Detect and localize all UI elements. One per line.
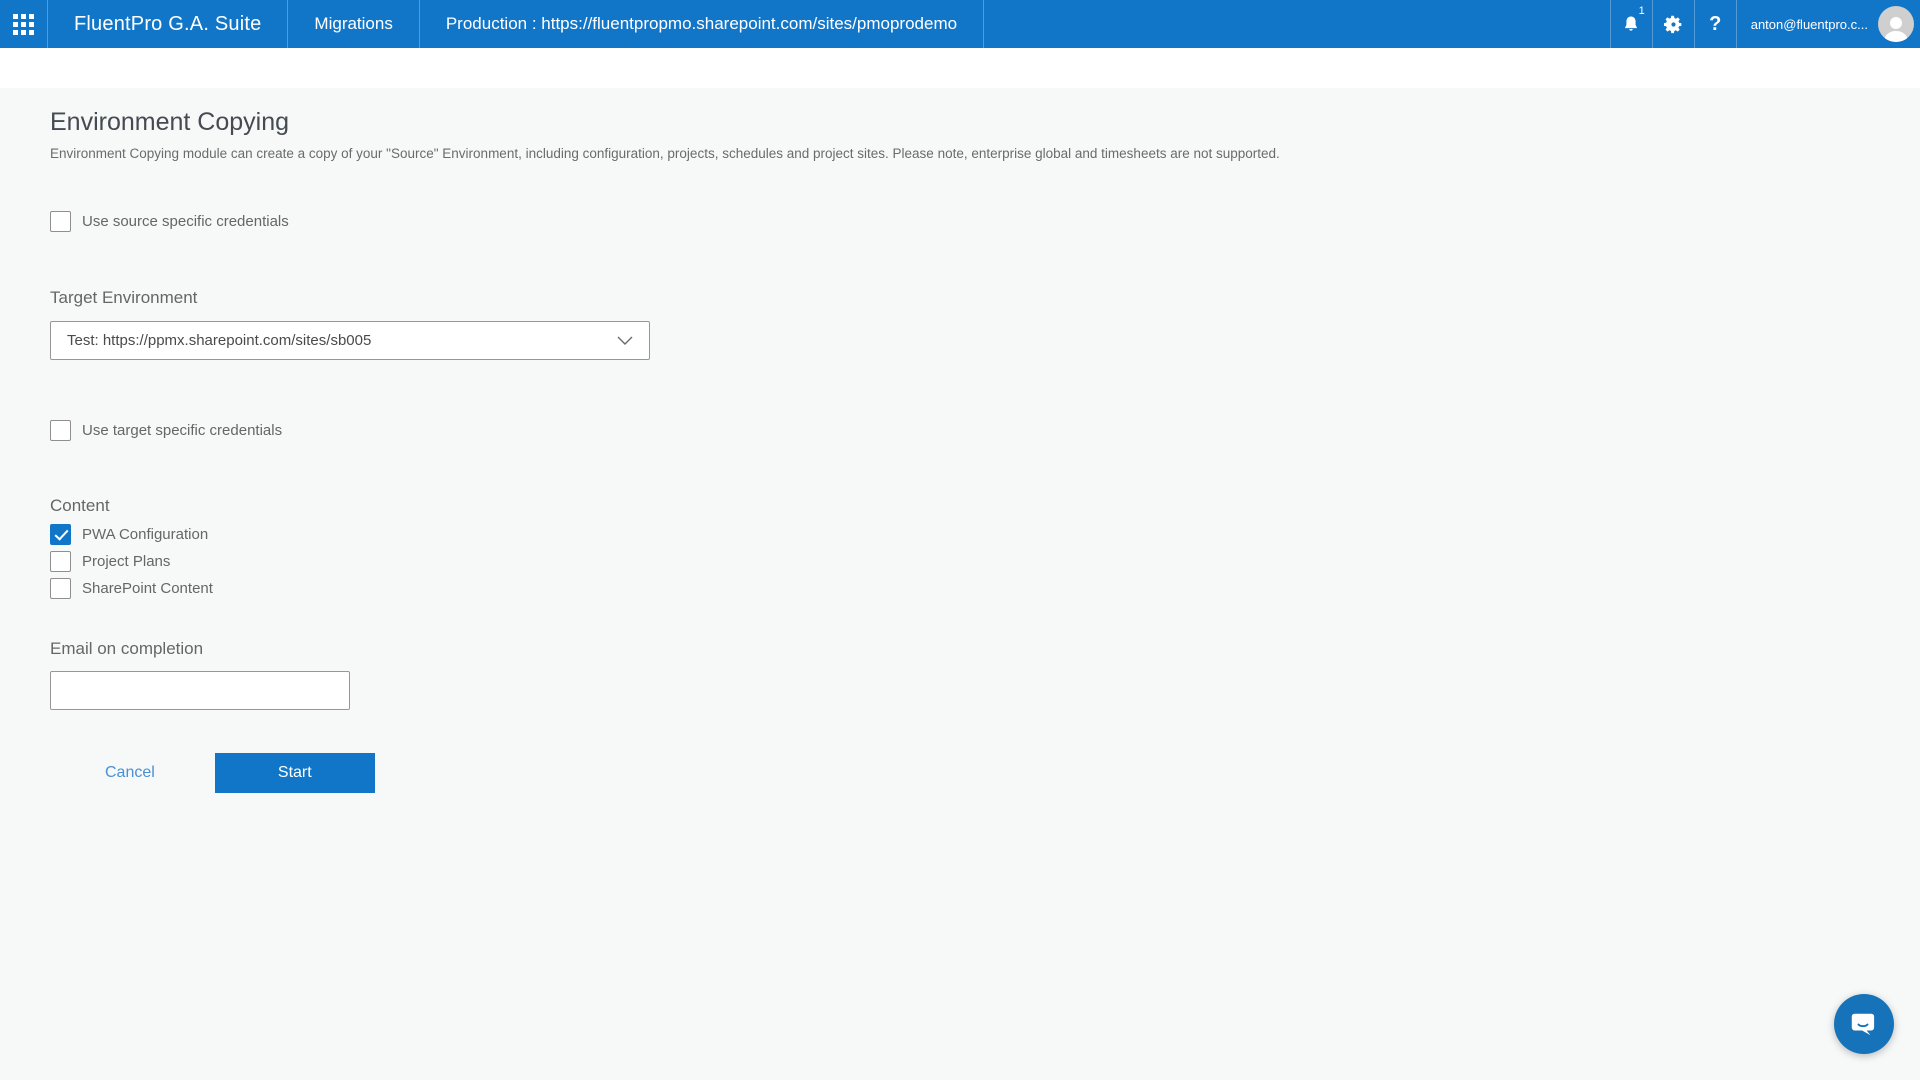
use-source-credentials-checkbox-row[interactable]: Use source specific credentials (50, 211, 1920, 232)
email-on-completion-group: Email on completion (50, 639, 1920, 710)
sharepoint-content-checkbox[interactable] (50, 578, 71, 599)
content-section-label: Content (50, 496, 1920, 516)
avatar[interactable] (1878, 6, 1914, 42)
main-content: Environment Copying Environment Copying … (0, 88, 1920, 1080)
content-section: Content PWA Configuration Project Plans … (50, 496, 1920, 599)
use-source-credentials-checkbox[interactable] (50, 211, 71, 232)
pwa-configuration-checkbox-row[interactable]: PWA Configuration (50, 524, 1920, 545)
gear-icon (1663, 14, 1684, 35)
use-source-credentials-label: Use source specific credentials (82, 213, 289, 230)
help-button[interactable]: ? (1694, 0, 1736, 48)
tab-migrations[interactable]: Migrations (288, 0, 419, 48)
chat-launcher-button[interactable] (1834, 994, 1894, 1054)
person-icon (1881, 14, 1911, 42)
pwa-configuration-checkbox[interactable] (50, 524, 71, 545)
target-environment-select[interactable]: Test: https://ppmx.sharepoint.com/sites/… (50, 321, 650, 360)
page-title: Environment Copying (50, 108, 1920, 137)
app-launcher-button[interactable] (0, 0, 48, 48)
email-on-completion-input[interactable] (50, 671, 350, 710)
project-plans-checkbox[interactable] (50, 551, 71, 572)
email-on-completion-label: Email on completion (50, 639, 1920, 659)
sharepoint-content-label: SharePoint Content (82, 580, 213, 597)
page-description: Environment Copying module can create a … (50, 146, 1920, 161)
target-environment-label: Target Environment (50, 288, 1920, 308)
chat-bubble-icon (1849, 1009, 1879, 1039)
use-target-credentials-checkbox-row[interactable]: Use target specific credentials (50, 420, 1920, 441)
target-environment-selected-value: Test: https://ppmx.sharepoint.com/sites/… (67, 332, 371, 349)
project-plans-checkbox-row[interactable]: Project Plans (50, 551, 1920, 572)
apps-grid-icon (13, 14, 34, 35)
notification-badge: 1 (1639, 6, 1645, 17)
cancel-button[interactable]: Cancel (105, 764, 155, 782)
sub-header-strip (0, 48, 1920, 88)
chevron-down-icon (617, 336, 633, 346)
use-target-credentials-label: Use target specific credentials (82, 422, 282, 439)
use-target-credentials-checkbox[interactable] (50, 420, 71, 441)
user-menu[interactable]: anton@fluentpro.c... (1736, 0, 1920, 48)
topbar-actions: 1 ? anton@fluentpro.c... (1610, 0, 1920, 48)
sharepoint-content-checkbox-row[interactable]: SharePoint Content (50, 578, 1920, 599)
user-email: anton@fluentpro.c... (1751, 17, 1868, 32)
pwa-configuration-label: PWA Configuration (82, 526, 208, 543)
project-plans-label: Project Plans (82, 553, 170, 570)
tab-production-environment[interactable]: Production : https://fluentpropmo.sharep… (420, 0, 984, 48)
top-bar: FluentPro G.A. Suite Migrations Producti… (0, 0, 1920, 48)
settings-button[interactable] (1652, 0, 1694, 48)
question-mark-icon: ? (1709, 13, 1721, 36)
notifications-button[interactable]: 1 (1610, 0, 1652, 48)
start-button[interactable]: Start (215, 753, 375, 793)
form-actions: Cancel Start (50, 753, 1920, 793)
bell-icon (1621, 14, 1641, 34)
app-title[interactable]: FluentPro G.A. Suite (48, 0, 288, 48)
